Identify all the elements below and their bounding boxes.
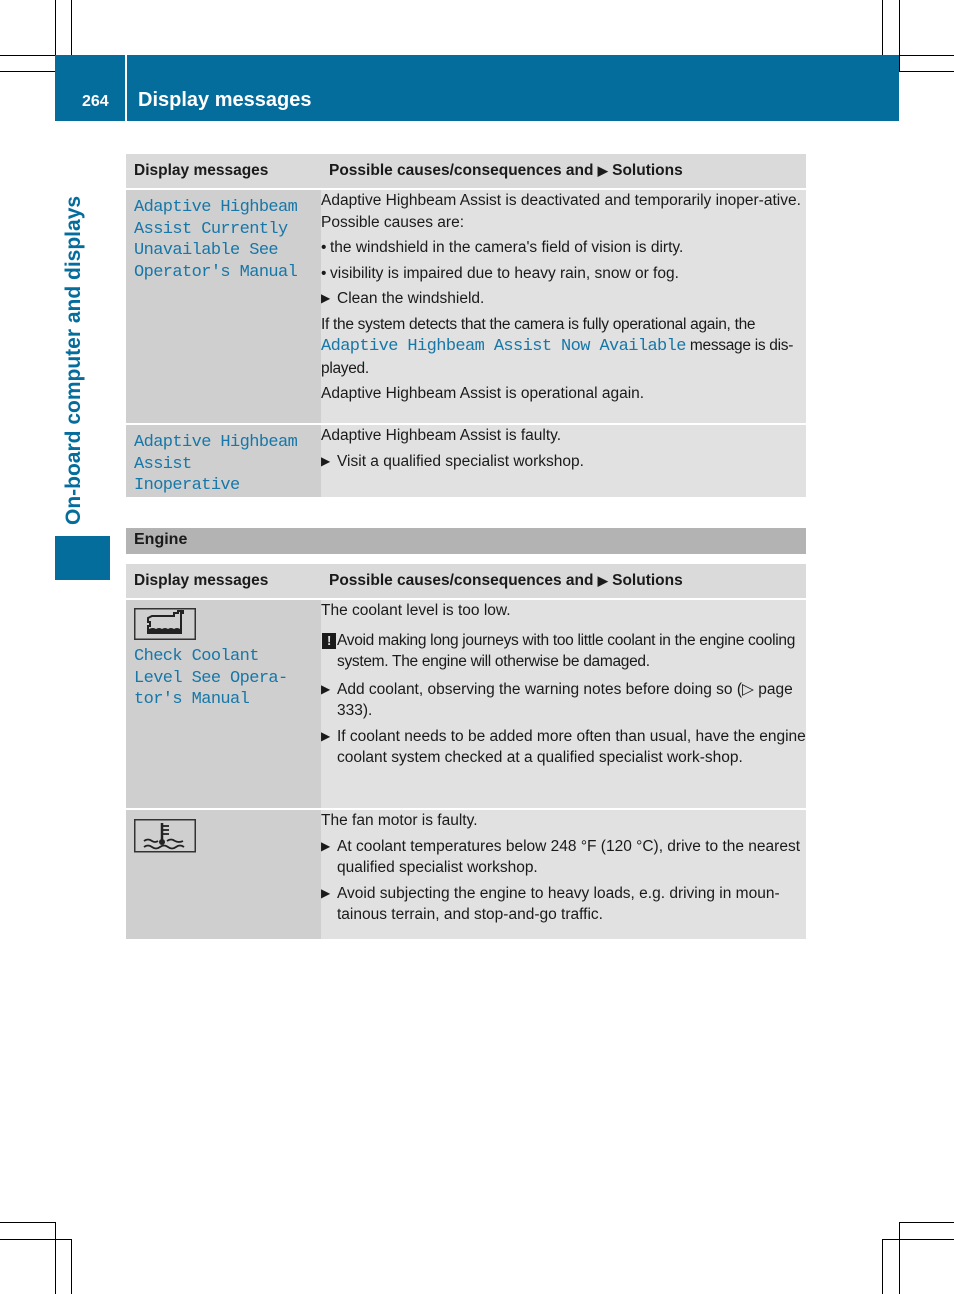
- highbeam-messages-table: Display messages Possible causes/consequ…: [126, 154, 806, 497]
- display-message: Adaptive Highbeam Assist Inoperative: [134, 433, 298, 495]
- crop-mark: [0, 55, 55, 56]
- header-display-messages: Display messages: [126, 154, 321, 189]
- crop-mark: [882, 1239, 954, 1240]
- cause-intro: Adaptive Highbeam Assist is deactivated …: [321, 192, 801, 231]
- recovery-note: If the system detects that the camera is…: [321, 315, 794, 377]
- solution-step: ▶ At coolant temperatures below 248 °F (…: [321, 837, 800, 877]
- step-arrow-icon: ▶: [321, 681, 331, 696]
- solution-step: ▶ Avoid subjecting the engine to heavy l…: [321, 884, 780, 924]
- header-causes-solutions: Possible causes/consequences and ▶ Solut…: [321, 154, 806, 189]
- section-heading-engine: Engine: [126, 528, 806, 554]
- crop-mark: [0, 71, 55, 72]
- table-row: Check Coolant Level See Opera-tor's Manu…: [126, 598, 806, 809]
- solution-arrow-icon: ▶: [597, 573, 608, 588]
- display-message: Check Coolant Level See Opera-tor's Manu…: [134, 647, 288, 709]
- table-row: Adaptive Highbeam Assist Inoperative Ada…: [126, 423, 806, 497]
- warning-exclamation-icon: !: [322, 632, 336, 649]
- crop-mark: [0, 1239, 71, 1240]
- step-arrow-icon: ▶: [321, 838, 331, 853]
- step-arrow-icon: ▶: [321, 291, 331, 305]
- step-arrow-icon: ▶: [321, 885, 331, 900]
- solution-step: ▶ If coolant needs to be added more ofte…: [321, 727, 806, 767]
- solution-arrow-icon: ▶: [597, 163, 608, 178]
- header-display-messages: Display messages: [126, 564, 321, 599]
- recovery-final: Adaptive Highbeam Assist is operational …: [321, 385, 645, 402]
- solution-step: ▶ Visit a qualified specialist workshop.: [321, 451, 806, 473]
- crop-mark: [899, 55, 954, 56]
- crop-mark: [55, 0, 56, 55]
- crop-mark: [899, 0, 900, 71]
- page-header: 264 Display messages: [55, 55, 899, 121]
- chapter-tab-marker: [55, 536, 110, 580]
- crop-mark: [882, 0, 883, 55]
- page-title: Display messages: [138, 89, 312, 111]
- cause-item: the windshield in the camera's field of …: [321, 237, 806, 259]
- cause-intro: The coolant level is too low.: [321, 602, 511, 619]
- cause-item: visibility is impaired due to heavy rain…: [321, 263, 806, 285]
- table-header-row: Display messages Possible causes/consequ…: [126, 154, 806, 189]
- warning-note: ! Avoid making long journeys with too li…: [321, 630, 806, 673]
- crop-mark: [0, 1222, 55, 1223]
- crop-mark: [899, 71, 954, 72]
- step-arrow-icon: ▶: [321, 453, 331, 468]
- crop-mark: [882, 1239, 883, 1294]
- coolant-temperature-icon: [134, 819, 196, 853]
- header-divider: [125, 55, 127, 121]
- inline-display-message: Adaptive Highbeam Assist Now Available: [321, 337, 686, 356]
- solution-step: ▶ Clean the windshield.: [321, 288, 806, 310]
- crop-mark: [899, 1222, 900, 1294]
- solution-step: ▶ Add coolant, observing the warning not…: [321, 680, 793, 720]
- coolant-reservoir-icon: [134, 608, 196, 640]
- cause-intro: The fan motor is faulty.: [321, 812, 478, 829]
- step-arrow-icon: ▶: [321, 728, 331, 743]
- page-number: 264: [82, 93, 109, 110]
- crop-mark: [71, 1239, 72, 1294]
- chapter-side-label: On-board computer and displays: [62, 195, 85, 525]
- engine-messages-table: Display messages Possible causes/consequ…: [126, 564, 806, 939]
- crop-mark: [899, 1222, 954, 1223]
- header-causes-solutions: Possible causes/consequences and ▶ Solut…: [321, 564, 806, 599]
- table-row: Adaptive Highbeam Assist Currently Unava…: [126, 188, 806, 424]
- table-row: The fan motor is faulty. ▶ At coolant te…: [126, 808, 806, 939]
- crop-mark: [71, 0, 72, 55]
- display-message: Adaptive Highbeam Assist Currently Unava…: [134, 198, 298, 282]
- table-header-row: Display messages Possible causes/consequ…: [126, 564, 806, 599]
- cause-intro: Adaptive Highbeam Assist is faulty.: [321, 427, 562, 444]
- crop-mark: [55, 1222, 56, 1294]
